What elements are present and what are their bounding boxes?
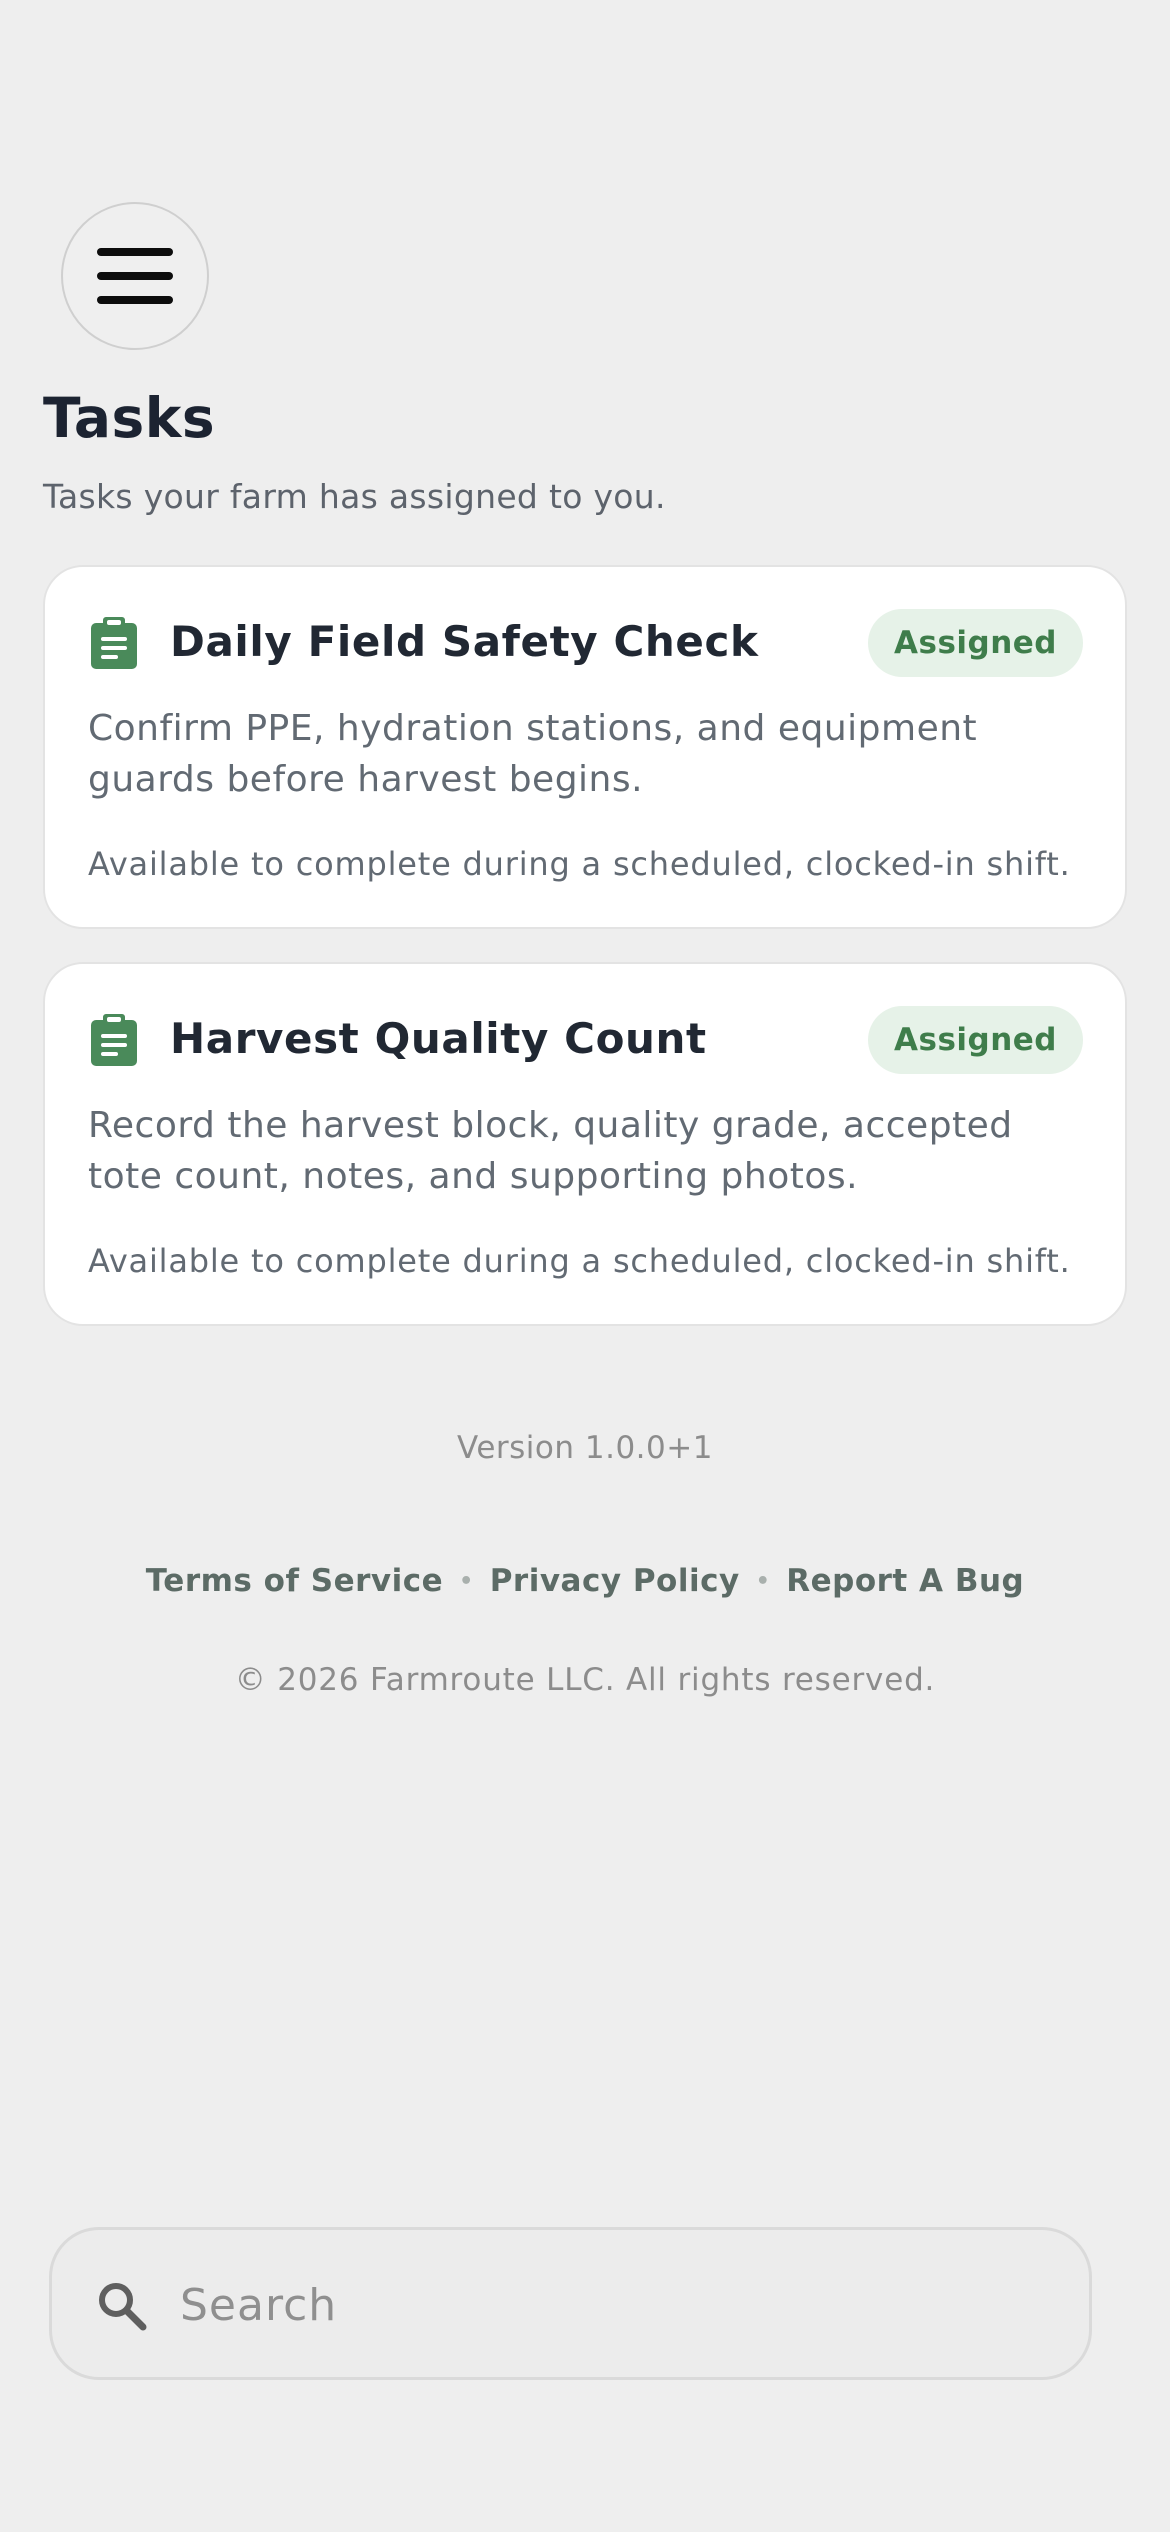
page-title: Tasks — [43, 386, 216, 450]
search-icon — [99, 2283, 147, 2331]
footer-links: Terms of Service • Privacy Policy • Repo… — [0, 1563, 1170, 1599]
status-badge: Assigned — [868, 1006, 1083, 1074]
footer-separator: • — [755, 1568, 771, 1594]
menu-button[interactable] — [61, 202, 209, 350]
terms-of-service-link[interactable]: Terms of Service — [146, 1563, 443, 1599]
task-description: Confirm PPE, hydration stations, and equ… — [88, 708, 978, 800]
task-description: Record the harvest block, quality grade,… — [88, 1105, 1013, 1197]
page-subtitle: Tasks your farm has assigned to you. — [43, 477, 666, 516]
task-title: Daily Field Safety Check — [170, 617, 759, 666]
status-badge: Assigned — [868, 609, 1083, 677]
hamburger-menu-icon — [97, 248, 173, 304]
task-title: Harvest Quality Count — [170, 1014, 707, 1063]
app-version: Version 1.0.0+1 — [457, 1430, 713, 1466]
report-a-bug-link[interactable]: Report A Bug — [786, 1563, 1024, 1599]
search-bar[interactable] — [49, 2227, 1092, 2380]
copyright-notice: © 2026 Farmroute LLC. All rights reserve… — [234, 1662, 936, 1698]
privacy-policy-link[interactable]: Privacy Policy — [490, 1563, 740, 1599]
tasks-screen: Tasks Tasks your farm has assigned to yo… — [0, 0, 1170, 2532]
task-availability-note: Available to complete during a scheduled… — [88, 1242, 1071, 1280]
footer-separator: • — [459, 1568, 474, 1594]
search-input[interactable] — [180, 2268, 1060, 2342]
clipboard-icon — [91, 1014, 137, 1066]
clipboard-icon — [91, 617, 137, 669]
task-card-daily-field-safety-check[interactable]: Daily Field Safety Check Assigned Confir… — [43, 565, 1127, 929]
task-card-harvest-quality-count[interactable]: Harvest Quality Count Assigned Record th… — [43, 962, 1127, 1326]
task-availability-note: Available to complete during a scheduled… — [88, 845, 1071, 883]
